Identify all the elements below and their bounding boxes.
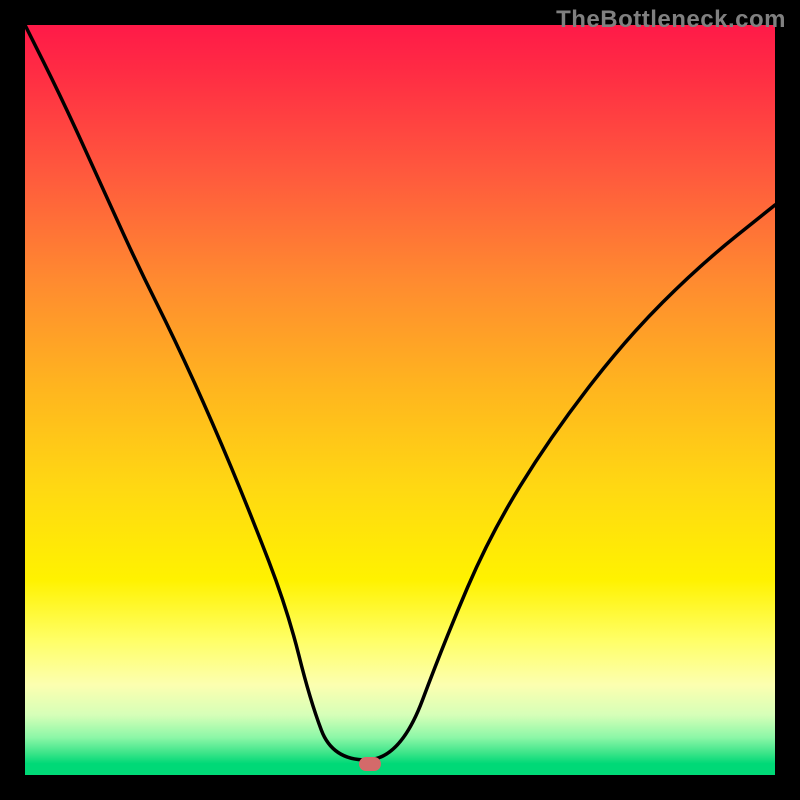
plot-area <box>25 25 775 775</box>
chart-frame: TheBottleneck.com <box>0 0 800 800</box>
watermark-text: TheBottleneck.com <box>556 6 786 34</box>
bottleneck-curve <box>25 25 775 775</box>
optimum-marker <box>359 757 381 771</box>
